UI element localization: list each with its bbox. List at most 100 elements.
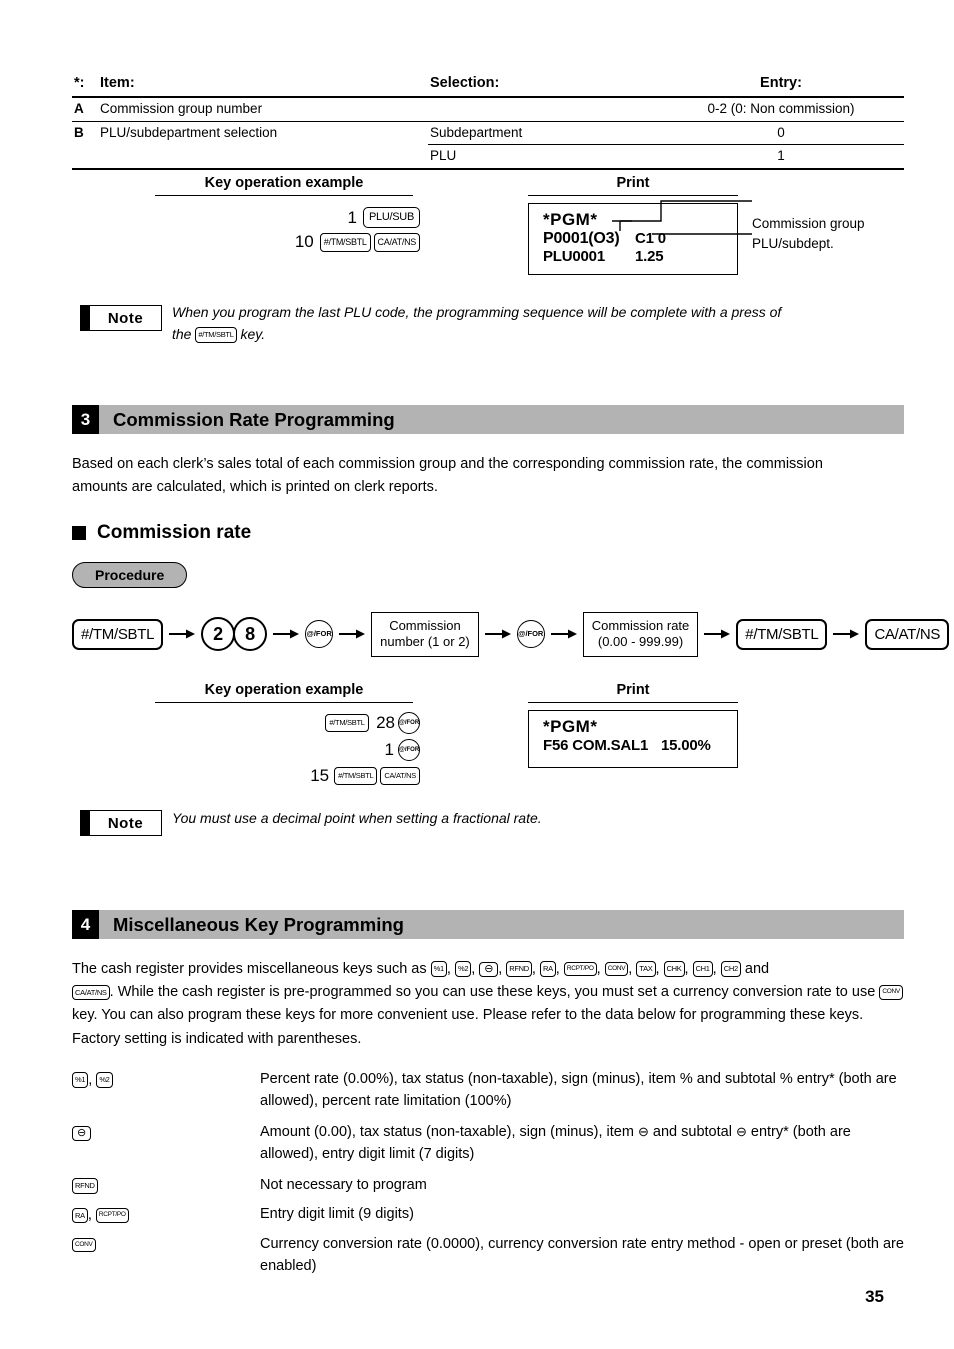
list-item: RA, RCPT/PO Entry digit limit (9 digits): [72, 1203, 906, 1226]
flow-key-at-for-2[interactable]: @/FOR: [516, 620, 545, 649]
spec-table-header-row: *: Item: Selection: Entry:: [72, 72, 904, 95]
flow-box-line-1: Commission rate: [591, 618, 690, 633]
ca-at-ns-key[interactable]: CA/AT/NS: [373, 232, 420, 252]
note-text-2: You must use a decimal point when settin…: [172, 810, 542, 826]
arrow-icon: [484, 628, 511, 640]
arrow-icon: [169, 628, 196, 640]
list-item: %1, %2 Percent rate (0.00%), tax status …: [72, 1068, 906, 1113]
minus-key[interactable]: ⊖: [479, 961, 499, 977]
flow-box-commission-number: Commission number (1 or 2): [371, 612, 479, 657]
section-4-intro-part4: key. You can also program these keys for…: [72, 1007, 864, 1047]
section-4-title: Miscellaneous Key Programming: [99, 910, 904, 939]
spec-row-description: PLU/subdepartment selection: [100, 124, 278, 140]
entry-number: 15: [310, 766, 330, 785]
arrow-icon: [550, 628, 577, 640]
receipt-commission-label: F56 COM.SAL1: [543, 737, 649, 754]
section-3-title: Commission Rate Programming: [99, 405, 904, 434]
flow-key-tm-sbtl-2[interactable]: #/TM/SBTL: [736, 618, 828, 650]
key-sequence-row-1: 1 PLU/SUB: [250, 207, 420, 228]
spec-row-entry: 0-2 (0: Non commission): [707, 101, 855, 116]
ra-key[interactable]: RA: [539, 961, 556, 977]
ca-at-ns-key[interactable]: CA/AT/NS: [380, 767, 420, 785]
print-caption-2: Print: [528, 682, 738, 703]
flow-digit-2[interactable]: 2: [201, 617, 236, 652]
at-for-key[interactable]: @/FOR: [398, 712, 420, 734]
flow-key-tm-sbtl-1[interactable]: #/TM/SBTL: [72, 618, 164, 650]
spec-row-selection: Subdepartment: [428, 121, 658, 145]
ch1-key[interactable]: CH1: [692, 961, 713, 977]
flow-box-line-2: (0.00 - 999.99): [597, 634, 684, 650]
spec-table-wrapper: *: Item: Selection: Entry: A Commission …: [72, 72, 904, 170]
spec-header-star: *:: [74, 75, 85, 91]
rcpt-po-key[interactable]: RCPT/PO: [95, 1208, 129, 1223]
key-operation-example-caption-2: Key operation example: [155, 682, 413, 703]
ch2-key[interactable]: CH2: [720, 961, 741, 977]
key-operation-example-caption-1: Key operation example: [155, 175, 413, 196]
percent1-key[interactable]: %1: [430, 961, 447, 977]
percent1-key[interactable]: %1: [72, 1072, 89, 1088]
conv-key[interactable]: CONV: [879, 985, 903, 1000]
key-sequence-row-2: 1 @/FOR: [170, 739, 420, 761]
note-badge-1: Note: [80, 305, 162, 331]
tm-sbtl-key[interactable]: #/TM/SBTL: [319, 232, 371, 252]
table-row: A Commission group number 0-2 (0: Non co…: [72, 97, 904, 120]
note-text-part1: When you program the last PLU code, the …: [172, 304, 782, 320]
at-for-key[interactable]: @/FOR: [398, 739, 420, 761]
minus-symbol-icon: ⊖: [637, 1123, 649, 1139]
ra-key[interactable]: RA: [72, 1207, 88, 1224]
callout-commission-group: Commission group: [752, 216, 865, 231]
definition-keys: ⊖: [72, 1121, 260, 1144]
spec-header-item: Item:: [100, 75, 135, 91]
arrow-icon: [704, 628, 731, 640]
rfnd-key[interactable]: RFND: [506, 961, 532, 977]
section-4-intro: The cash register provides miscellaneous…: [72, 958, 906, 1051]
note-bar: [81, 811, 90, 835]
conv-key[interactable]: CONV: [604, 961, 629, 977]
callout-plu-subdept: PLU/subdept.: [752, 236, 834, 251]
flow-key-ca-at-ns[interactable]: CA/AT/NS: [865, 618, 950, 650]
minus-key[interactable]: ⊖: [72, 1125, 91, 1141]
section-3-number: 3: [72, 405, 99, 434]
spec-row-entry: 1: [777, 147, 785, 163]
spec-row-letter: [72, 144, 98, 167]
spec-row-entry: 0: [658, 121, 904, 145]
tax-key[interactable]: TAX: [636, 961, 656, 977]
spec-rule-bottom: [72, 166, 904, 170]
key-sequence-row-3: 15 #/TM/SBTL CA/AT/NS: [170, 766, 420, 786]
ca-at-ns-key[interactable]: CA/AT/NS: [72, 984, 110, 1001]
definition-keys: CONV: [72, 1233, 260, 1256]
note-label: Note: [107, 309, 144, 327]
percent2-key[interactable]: %2: [96, 1072, 113, 1088]
flow-key-at-for-1[interactable]: @/FOR: [305, 620, 334, 649]
receipt-line-2: F56 COM.SAL1 15.00%: [543, 737, 737, 754]
chk-key[interactable]: CHK: [663, 961, 685, 977]
divider: [72, 166, 904, 170]
key-sequence-row-1: #/TM/SBTL 28 @/FOR: [170, 712, 420, 734]
spec-row-letter: A: [74, 101, 84, 116]
list-item: RFND Not necessary to program: [72, 1174, 906, 1197]
tm-sbtl-key[interactable]: #/TM/SBTL: [334, 767, 378, 785]
spec-row-letter: B: [74, 124, 84, 140]
note-badge-2: Note: [80, 810, 162, 836]
plu-sub-key[interactable]: PLU/SUB: [363, 207, 420, 228]
procedure-flow: #/TM/SBTL 2 8 @/FOR Commission number (1…: [72, 612, 950, 657]
receipt-line-pgm: *PGM*: [543, 717, 598, 736]
conv-key[interactable]: CONV: [72, 1237, 96, 1253]
arrow-icon: [339, 628, 366, 640]
flow-box-line-2: number (1 or 2): [380, 634, 470, 650]
rcpt-po-key[interactable]: RCPT/PO: [563, 961, 597, 977]
percent2-key[interactable]: %2: [454, 961, 472, 977]
rfnd-key[interactable]: RFND: [72, 1178, 98, 1194]
key-sequence-row-2: 10 #/TM/SBTL CA/AT/NS: [250, 232, 420, 252]
tm-sbtl-key[interactable]: #/TM/SBTL: [195, 327, 237, 343]
square-bullet-icon: [72, 526, 86, 540]
key-sequence-2: #/TM/SBTL 28 @/FOR 1 @/FOR 15 #/TM/SBTL CA/A…: [170, 712, 420, 786]
section-3-bar: 3 Commission Rate Programming: [72, 405, 904, 434]
definition-description: Amount (0.00), tax status (non-taxable),…: [260, 1121, 906, 1166]
flow-digit-8[interactable]: 8: [233, 617, 268, 652]
section-4-intro-part3: . While the cash register is pre-program…: [109, 984, 876, 1001]
tm-sbtl-key[interactable]: #/TM/SBTL: [325, 714, 369, 732]
note-text-part2: the: [172, 325, 192, 342]
definition-desc-part2: and subtotal: [652, 1123, 732, 1140]
spec-table: *: Item: Selection: Entry: A Commission …: [72, 72, 904, 170]
